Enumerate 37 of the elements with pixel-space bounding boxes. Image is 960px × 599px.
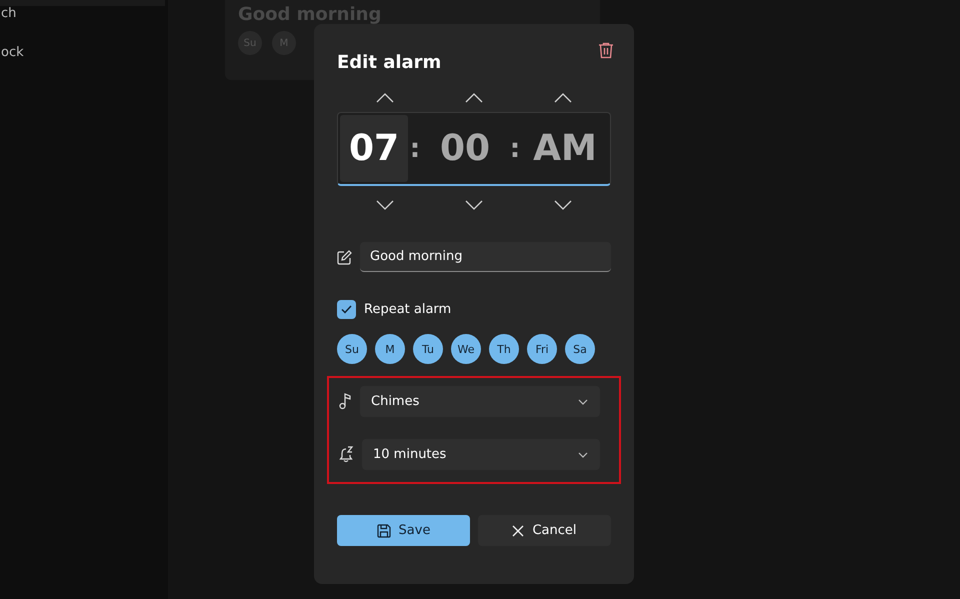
music-note-icon <box>339 393 352 410</box>
day-toggle[interactable]: Su <box>337 334 367 364</box>
chevron-down-icon <box>578 452 588 458</box>
time-segment[interactable]: 07 <box>340 115 408 182</box>
day-toggle[interactable]: We <box>451 334 481 364</box>
chevron-up-icon[interactable] <box>554 93 572 103</box>
trash-icon[interactable] <box>598 42 614 59</box>
cancel-button[interactable]: Cancel <box>478 515 611 546</box>
close-icon <box>512 524 524 536</box>
day-toggle[interactable]: M <box>375 334 405 364</box>
dialog-title: Edit alarm <box>337 52 442 73</box>
sidebar-item[interactable]: ock <box>1 45 168 61</box>
edit-icon <box>337 250 352 264</box>
snooze-bell-icon <box>339 446 354 463</box>
save-button[interactable]: Save <box>337 515 470 546</box>
chevron-down-icon[interactable] <box>554 200 572 210</box>
check-icon <box>341 305 352 314</box>
chevron-up-icon[interactable] <box>376 93 394 103</box>
day-toggle[interactable]: Th <box>489 334 519 364</box>
day-toggle[interactable]: Fri <box>527 334 557 364</box>
repeat-label: Repeat alarm <box>364 302 452 317</box>
time-segment[interactable]: 00 <box>422 115 508 182</box>
time-separator: : <box>508 132 522 166</box>
sidebar-item[interactable]: ch <box>1 6 168 22</box>
day-toggle[interactable]: Tu <box>413 334 443 364</box>
save-icon <box>376 524 391 538</box>
chevron-down-icon[interactable] <box>376 200 394 210</box>
alarm-name-field[interactable]: Good morning <box>360 242 611 272</box>
chevron-up-icon[interactable] <box>464 93 483 103</box>
time-segment[interactable]: AM <box>522 115 608 182</box>
repeat-checkbox[interactable] <box>337 300 356 319</box>
time-separator: : <box>408 132 422 166</box>
chevron-down-icon <box>578 398 588 404</box>
chevron-down-icon[interactable] <box>464 200 483 210</box>
snooze-dropdown[interactable]: 10 minutes <box>362 439 600 470</box>
day-toggle[interactable]: Sa <box>565 334 595 364</box>
sound-dropdown[interactable]: Chimes <box>360 386 600 417</box>
